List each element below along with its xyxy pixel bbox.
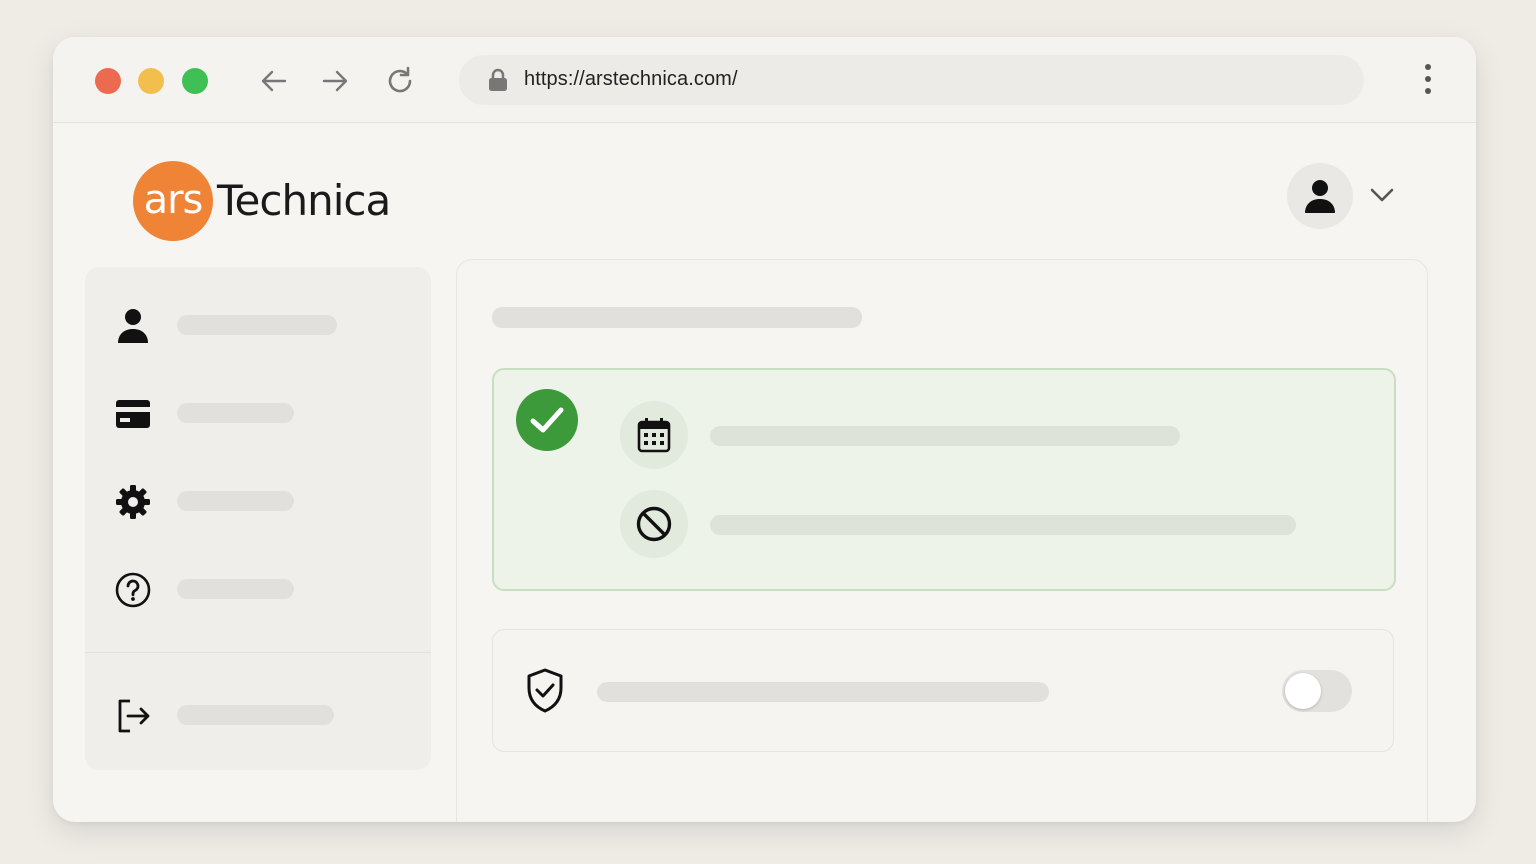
minimize-window-button[interactable] [138, 68, 164, 94]
reload-button[interactable] [382, 63, 418, 99]
toggle-knob [1285, 673, 1321, 709]
logo-mark: ars [133, 161, 213, 241]
user-icon [115, 308, 151, 344]
sidebar-item-settings[interactable] [115, 477, 415, 527]
sidebar [85, 267, 431, 770]
url-text: https://arstechnica.com/ [524, 68, 738, 90]
arrow-left-icon [261, 70, 287, 92]
address-bar[interactable]: https://arstechnica.com/ [459, 55, 1364, 105]
sidebar-item-label-placeholder [177, 705, 334, 725]
help-circle-icon [115, 572, 151, 608]
setting-toggle-card [492, 629, 1394, 752]
close-window-button[interactable] [95, 68, 121, 94]
sidebar-item-help[interactable] [115, 565, 415, 615]
sidebar-item-billing[interactable] [115, 389, 415, 439]
sidebar-item-profile[interactable] [115, 301, 415, 351]
kebab-dot [1425, 88, 1431, 94]
arrow-right-icon [322, 70, 348, 92]
logo-wordmark: Technica [217, 176, 391, 225]
check-circle-icon [516, 389, 578, 451]
sidebar-item-label-placeholder [177, 579, 294, 599]
kebab-dot [1425, 76, 1431, 82]
sidebar-divider [85, 652, 431, 653]
page-title-placeholder [492, 307, 862, 328]
shield-check-icon [527, 668, 563, 713]
status-row-text-placeholder [710, 515, 1296, 535]
sidebar-item-logout[interactable] [115, 691, 415, 741]
setting-toggle-switch[interactable] [1282, 670, 1352, 712]
lock-icon [489, 68, 507, 91]
credit-card-icon [115, 396, 151, 432]
account-avatar-button[interactable] [1287, 163, 1353, 229]
calendar-icon [620, 401, 688, 469]
back-button[interactable] [256, 63, 292, 99]
gear-icon [115, 484, 151, 520]
setting-label-placeholder [597, 682, 1049, 702]
status-card [492, 368, 1396, 591]
kebab-dot [1425, 64, 1431, 70]
forward-button[interactable] [317, 63, 353, 99]
browser-toolbar: https://arstechnica.com/ [53, 37, 1476, 123]
browser-window: https://arstechnica.com/ ars Technica [53, 37, 1476, 822]
user-icon [1305, 180, 1335, 213]
chevron-down-icon[interactable] [1369, 185, 1395, 205]
status-row-text-placeholder [710, 426, 1180, 446]
maximize-window-button[interactable] [182, 68, 208, 94]
main-panel [456, 259, 1428, 822]
logout-icon [115, 698, 151, 734]
browser-menu-button[interactable] [1420, 64, 1436, 98]
sidebar-item-label-placeholder [177, 315, 337, 335]
block-icon [620, 490, 688, 558]
sidebar-item-label-placeholder [177, 491, 294, 511]
sidebar-item-label-placeholder [177, 403, 294, 423]
reload-icon [388, 66, 412, 93]
